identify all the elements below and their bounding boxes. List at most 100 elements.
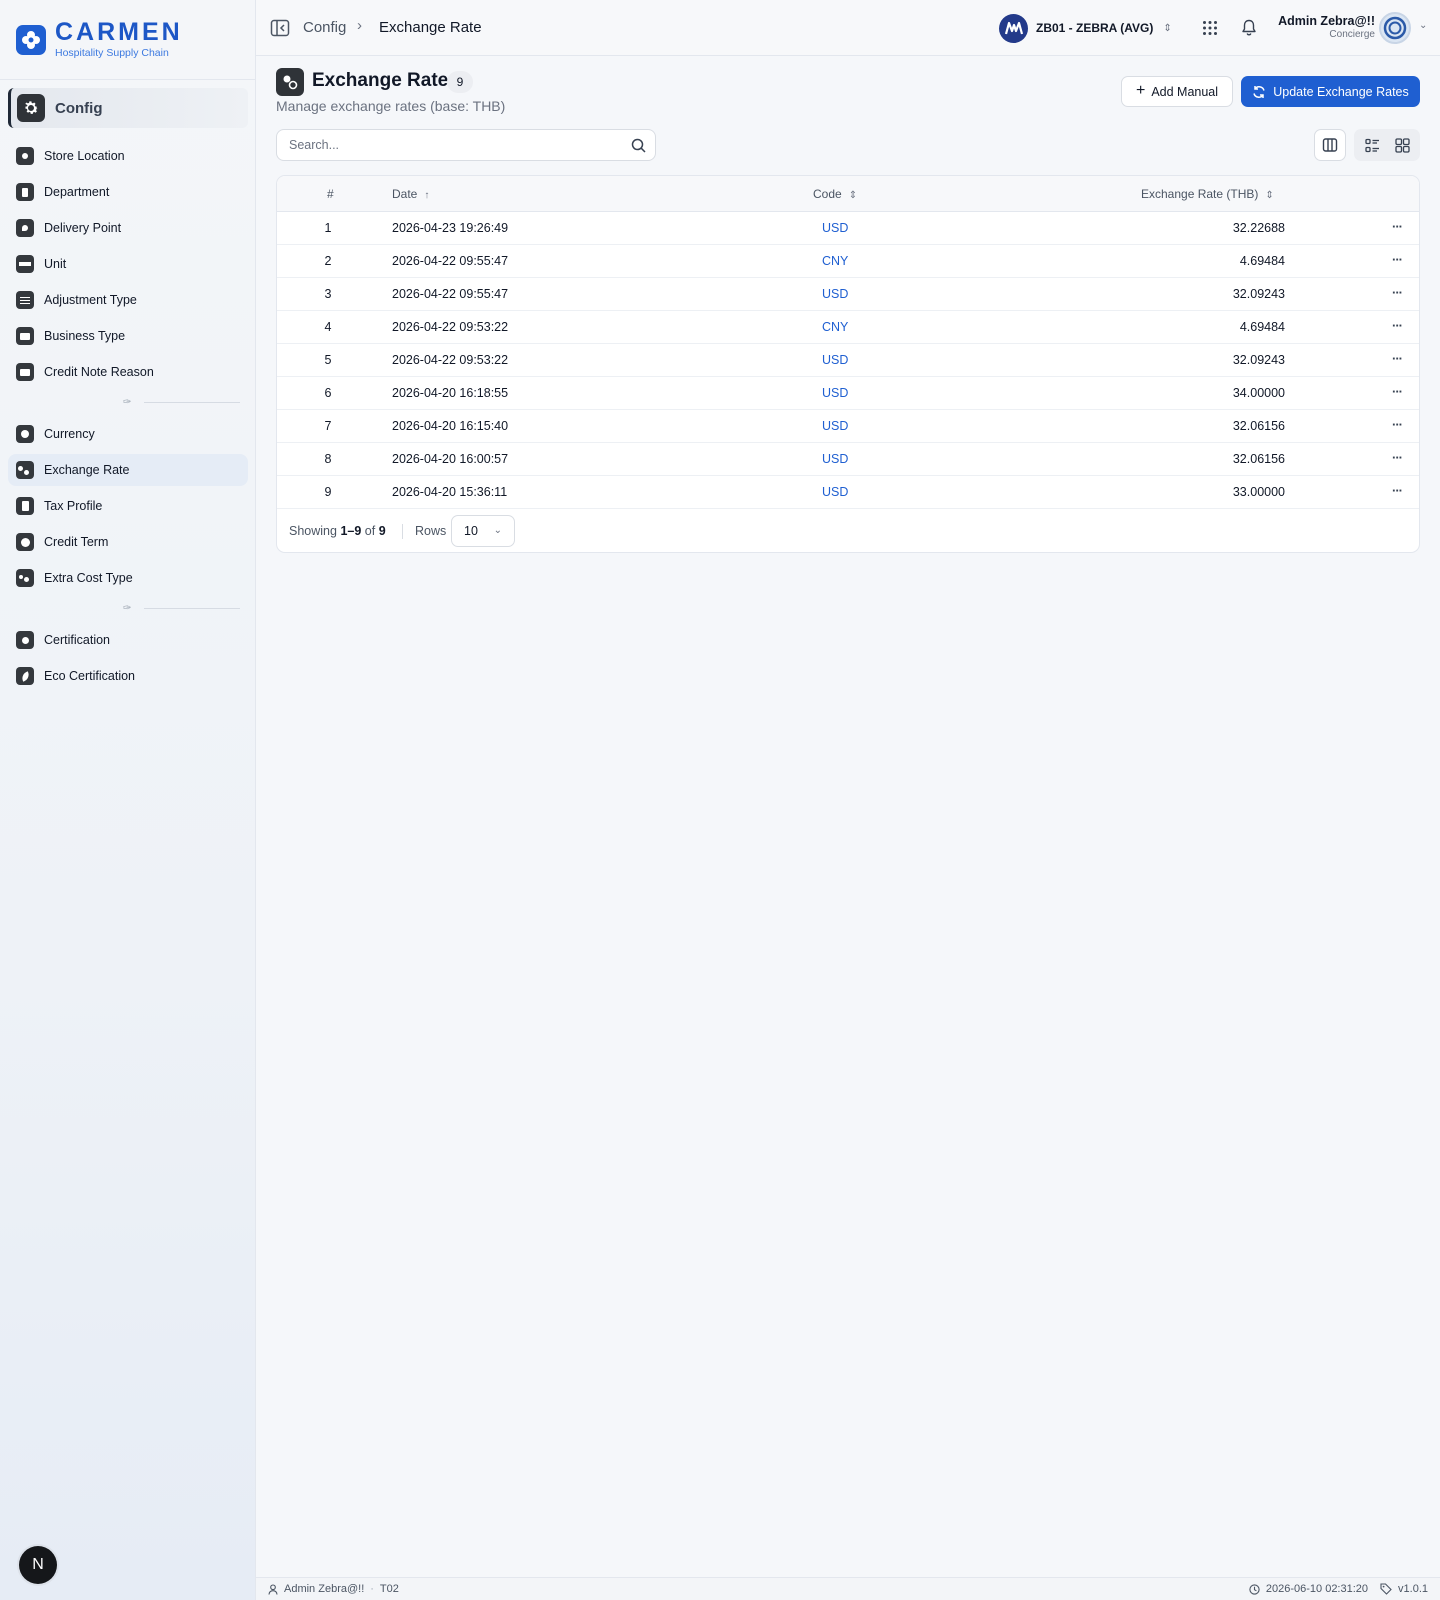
arrow-up-icon: ↑	[424, 190, 430, 201]
more-actions-icon[interactable]: ···	[1392, 351, 1403, 366]
chevron-down-icon[interactable]: ⌄	[1419, 20, 1427, 31]
cell-code[interactable]: USD	[822, 287, 848, 301]
chevron-down-icon: ⌄	[493, 525, 502, 536]
avatar[interactable]	[1379, 12, 1411, 44]
more-actions-icon[interactable]: ···	[1392, 483, 1403, 498]
tenant-selector[interactable]: ZB01 - ZEBRA (AVG) ⇕	[999, 13, 1172, 43]
sidebar-separator[interactable]: ✑	[16, 603, 240, 614]
cell-number: 5	[324, 353, 332, 367]
cell-date: 2026-04-22 09:55:47	[392, 287, 509, 301]
sidebar-item-credit-note-reason[interactable]: Credit Note Reason	[8, 356, 248, 388]
more-actions-icon[interactable]: ···	[1392, 384, 1403, 399]
sidebar-item-unit[interactable]: Unit	[8, 248, 248, 280]
next-logo-button[interactable]: N	[19, 1546, 57, 1584]
more-actions-icon[interactable]: ···	[1392, 252, 1403, 267]
sidebar-item-adjustment-type[interactable]: Adjustment Type	[8, 284, 248, 316]
showing-range: 1–9	[340, 524, 362, 538]
sidebar-toggle-icon[interactable]	[270, 18, 290, 38]
pin-icon[interactable]: ✑	[123, 603, 131, 614]
brand-name: CARMEN	[55, 18, 183, 46]
sidebar-item-eco-certification[interactable]: Eco Certification	[8, 660, 248, 692]
sidebar-item-certification[interactable]: Certification	[8, 624, 248, 656]
brand-subtitle: Hospitality Supply Chain	[55, 47, 169, 59]
apps-grid-icon[interactable]	[1202, 20, 1218, 36]
pin-icon[interactable]: ✑	[123, 397, 131, 408]
cell-rate: 34.00000	[1232, 386, 1285, 400]
cell-rate: 33.00000	[1232, 485, 1285, 499]
sidebar-section-config[interactable]: Config	[8, 88, 248, 128]
sidebar-item-label: Unit	[44, 257, 67, 271]
more-actions-icon[interactable]: ···	[1392, 318, 1403, 333]
add-manual-button[interactable]: + Add Manual	[1121, 76, 1233, 107]
cell-date: 2026-04-20 15:36:11	[392, 485, 508, 499]
column-header-label: Code	[813, 187, 842, 201]
cell-code[interactable]: USD	[822, 221, 848, 235]
cell-code[interactable]: USD	[822, 353, 848, 367]
update-exchange-rates-button[interactable]: Update Exchange Rates	[1241, 76, 1420, 107]
more-actions-icon[interactable]: ···	[1392, 285, 1403, 300]
column-header-label: Exchange Rate (THB)	[1141, 187, 1259, 201]
cell-code[interactable]: USD	[822, 419, 848, 433]
cell-code[interactable]: USD	[822, 386, 848, 400]
sidebar-item-store-location[interactable]: Store Location	[8, 140, 248, 172]
cell-number: 7	[324, 419, 332, 433]
cell-code[interactable]: CNY	[822, 320, 848, 334]
table-row[interactable]: 9 2026-04-20 15:36:11 USD 33.00000 ···	[277, 476, 1419, 509]
columns-button[interactable]	[1314, 129, 1346, 161]
cell-date: 2026-04-20 16:15:40	[392, 419, 509, 433]
table-row[interactable]: 1 2026-04-23 19:26:49 USD 32.22688 ···	[277, 212, 1419, 245]
cell-rate: 32.09243	[1232, 287, 1285, 301]
sidebar-item-extra-cost-type[interactable]: Extra Cost Type	[8, 562, 248, 594]
cell-code[interactable]: USD	[822, 452, 848, 466]
search-input[interactable]	[289, 130, 609, 160]
more-actions-icon[interactable]: ···	[1392, 219, 1403, 234]
user-info[interactable]: Admin Zebra@!! Concierge	[1275, 14, 1375, 40]
search-icon[interactable]	[631, 138, 646, 153]
chevrons-up-down-icon: ⇕	[1163, 22, 1172, 34]
cell-number: 1	[324, 221, 332, 235]
table-row[interactable]: 7 2026-04-20 16:15:40 USD 32.06156 ···	[277, 410, 1419, 443]
more-actions-icon[interactable]: ···	[1392, 450, 1403, 465]
list-view-button[interactable]	[1358, 132, 1386, 158]
sidebar-item-tax-profile[interactable]: Tax Profile	[8, 490, 248, 522]
sidebar-item-exchange-rate[interactable]: Exchange Rate	[8, 454, 248, 486]
table-row[interactable]: 3 2026-04-22 09:55:47 USD 32.09243 ···	[277, 278, 1419, 311]
carmen-logo-icon	[16, 24, 46, 55]
search-box	[276, 129, 656, 161]
rows-per-page-value: 10	[464, 524, 478, 538]
sidebar-item-delivery-point[interactable]: Delivery Point	[8, 212, 248, 244]
breadcrumb-config[interactable]: Config	[303, 19, 346, 36]
topbar: Config › Exchange Rate ZB01 - ZEBRA (AVG…	[256, 0, 1440, 56]
bell-icon[interactable]	[1241, 19, 1257, 36]
table-row[interactable]: 6 2026-04-20 16:18:55 USD 34.00000 ···	[277, 377, 1419, 410]
breadcrumb-current: Exchange Rate	[379, 19, 482, 36]
more-actions-icon[interactable]: ···	[1392, 417, 1403, 432]
sidebar-item-credit-term[interactable]: Credit Term	[8, 526, 248, 558]
column-header-rate[interactable]: Exchange Rate (THB) ⇕	[1141, 187, 1274, 201]
coin-icon	[16, 425, 34, 443]
sidebar-item-department[interactable]: Department	[8, 176, 248, 208]
table-row[interactable]: 2 2026-04-22 09:55:47 CNY 4.69484 ···	[277, 245, 1419, 278]
cell-rate: 4.69484	[1239, 320, 1285, 334]
column-header-code[interactable]: Code ⇕	[813, 187, 857, 201]
table-row[interactable]: 5 2026-04-22 09:53:22 USD 32.09243 ···	[277, 344, 1419, 377]
showing-label: Showing	[289, 524, 337, 538]
cell-date: 2026-04-22 09:53:22	[392, 353, 509, 367]
user-icon	[268, 1583, 278, 1595]
brand[interactable]: CARMEN Hospitality Supply Chain	[0, 0, 255, 80]
table-row[interactable]: 8 2026-04-20 16:00:57 USD 32.06156 ···	[277, 443, 1419, 476]
sidebar-item-business-type[interactable]: Business Type	[8, 320, 248, 352]
column-header-date[interactable]: Date ↑	[392, 187, 429, 201]
cell-code[interactable]: CNY	[822, 254, 848, 268]
cell-rate: 32.06156	[1232, 419, 1285, 433]
cell-date: 2026-04-23 19:26:49	[392, 221, 509, 235]
status-dot: ·	[370, 1583, 374, 1595]
grid-view-button[interactable]	[1388, 132, 1416, 158]
user-name: Admin Zebra@!!	[1278, 14, 1375, 28]
rows-per-page-select[interactable]: 10 ⌄	[451, 515, 515, 547]
of-label: of	[364, 524, 376, 538]
sidebar-item-currency[interactable]: Currency	[8, 418, 248, 450]
cell-code[interactable]: USD	[822, 485, 848, 499]
sidebar-separator[interactable]: ✑	[16, 397, 240, 408]
table-row[interactable]: 4 2026-04-22 09:53:22 CNY 4.69484 ···	[277, 311, 1419, 344]
